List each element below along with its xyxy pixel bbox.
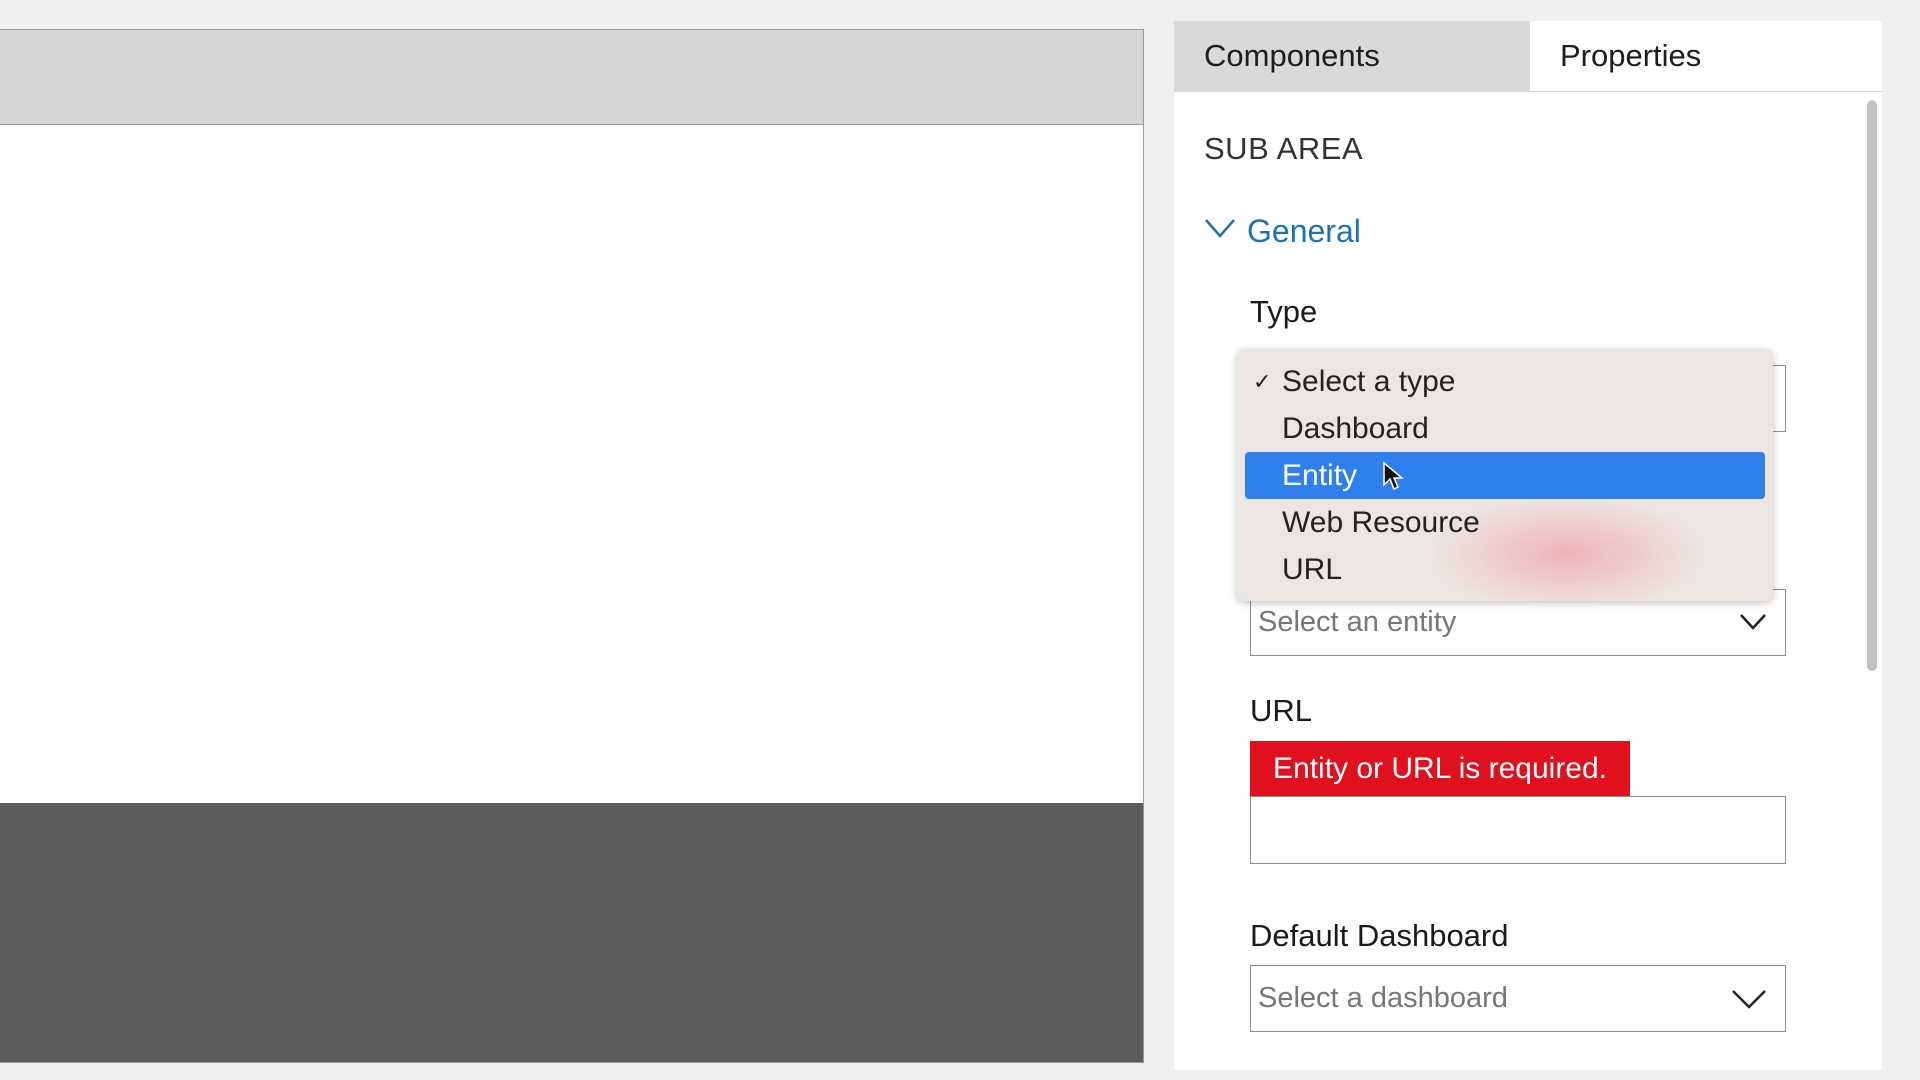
option-label: Dashboard xyxy=(1282,412,1429,445)
type-option-select-a-type[interactable]: ✓ Select a type xyxy=(1245,358,1765,405)
default-dashboard-select[interactable]: Select a dashboard xyxy=(1250,965,1786,1032)
tab-properties[interactable]: Properties xyxy=(1530,21,1882,92)
designer-canvas xyxy=(0,29,1144,1063)
type-dropdown-menu: ✓ Select a type Dashboard Entity Web Res… xyxy=(1237,349,1773,601)
type-option-entity[interactable]: Entity xyxy=(1245,452,1765,499)
tab-components[interactable]: Components xyxy=(1174,21,1530,92)
section-title: SUB AREA xyxy=(1204,131,1364,166)
panel-scrollbar-thumb[interactable] xyxy=(1867,100,1877,671)
check-icon: ✓ xyxy=(1253,369,1272,394)
option-label: Entity xyxy=(1282,459,1358,492)
option-label: URL xyxy=(1282,553,1343,586)
chevron-down-icon xyxy=(1205,219,1235,238)
canvas-header-bar xyxy=(0,30,1143,125)
chevron-down-icon xyxy=(1740,614,1766,630)
option-label: Select a type xyxy=(1282,365,1456,398)
url-error-message: Entity or URL is required. xyxy=(1250,741,1631,797)
general-section-label: General xyxy=(1247,213,1361,249)
type-option-dashboard[interactable]: Dashboard xyxy=(1245,405,1765,452)
chevron-down-icon xyxy=(1732,990,1766,1009)
panel-tabs: Components Properties xyxy=(1174,21,1882,92)
type-option-url[interactable]: URL xyxy=(1245,546,1765,593)
url-input[interactable] xyxy=(1250,796,1786,864)
canvas-footer-bar xyxy=(0,803,1143,1062)
type-label: Type xyxy=(1250,294,1318,329)
url-label: URL xyxy=(1250,693,1313,728)
default-dashboard-label: Default Dashboard xyxy=(1250,918,1509,953)
mouse-cursor-icon xyxy=(1383,461,1404,491)
entity-select-placeholder: Select an entity xyxy=(1258,606,1457,638)
option-label: Web Resource xyxy=(1282,506,1480,539)
default-dashboard-placeholder: Select a dashboard xyxy=(1258,982,1508,1014)
type-option-web-resource[interactable]: Web Resource xyxy=(1245,499,1765,546)
